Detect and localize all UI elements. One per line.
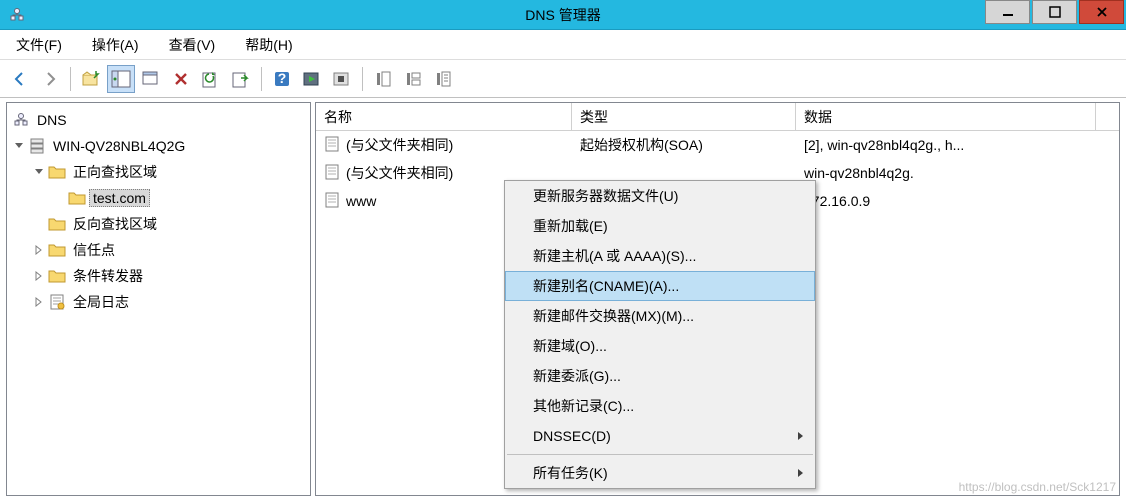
tree-label: 反向查找区域 [69, 213, 161, 235]
folder-icon [47, 267, 67, 285]
tree-label: DNS [33, 111, 71, 129]
context-item-label: 新建邮件交换器(MX)(M)... [533, 306, 694, 326]
col-type[interactable]: 类型 [572, 103, 796, 130]
tree-node-zone-test[interactable]: test.com [7, 185, 310, 211]
cell-type: 起始授权机构(SOA) [580, 135, 703, 155]
tree-node-global-logs[interactable]: 全局日志 [7, 289, 310, 315]
context-item[interactable]: DNSSEC(D) [505, 421, 815, 451]
minimize-button[interactable] [985, 0, 1030, 24]
menu-help[interactable]: 帮助(H) [239, 33, 298, 57]
context-separator [507, 454, 813, 455]
tree-label: test.com [89, 189, 150, 207]
context-item-label: 更新服务器数据文件(U) [533, 186, 678, 206]
expander-icon[interactable] [31, 164, 47, 180]
menu-file[interactable]: 文件(F) [10, 33, 68, 57]
col-name[interactable]: 名称 [316, 103, 572, 130]
tree-label: 正向查找区域 [69, 161, 161, 183]
tree-label: 信任点 [69, 239, 119, 261]
cell-name: www [346, 193, 376, 209]
toolbar-separator [261, 67, 262, 91]
cell-name: (与父文件夹相同) [346, 135, 453, 155]
cell-name: (与父文件夹相同) [346, 163, 453, 183]
context-item[interactable]: 新建主机(A 或 AAAA)(S)... [505, 241, 815, 271]
action2-button[interactable] [399, 65, 427, 93]
context-item[interactable]: 其他新记录(C)... [505, 391, 815, 421]
help-button[interactable]: ? [268, 65, 296, 93]
tree-label: 条件转发器 [69, 265, 147, 287]
new-window-button[interactable] [137, 65, 165, 93]
toolbar-separator [362, 67, 363, 91]
expander-icon[interactable] [11, 138, 27, 154]
stop-button[interactable] [328, 65, 356, 93]
menu-view[interactable]: 查看(V) [163, 33, 222, 57]
context-item[interactable]: 新建邮件交换器(MX)(M)... [505, 301, 815, 331]
context-menu[interactable]: 更新服务器数据文件(U) 重新加载(E) 新建主机(A 或 AAAA)(S)... 新… [504, 180, 816, 489]
window-titlebar: DNS 管理器 [0, 0, 1126, 30]
cell-data: [2], win-qv28nbl4q2g., h... [804, 137, 964, 153]
context-item[interactable]: 新建别名(CNAME)(A)... [505, 271, 815, 301]
list-header: 名称 类型 数据 [316, 103, 1119, 131]
tree-node-dns-root[interactable]: DNS [7, 107, 310, 133]
expander-icon[interactable] [31, 268, 47, 284]
expander-icon[interactable] [31, 294, 47, 310]
server-icon [27, 137, 47, 155]
tree-label: WIN-QV28NBL4Q2G [49, 137, 189, 155]
folder-icon [47, 215, 67, 233]
close-button[interactable] [1079, 0, 1124, 24]
show-hide-tree-button[interactable] [107, 65, 135, 93]
maximize-button[interactable] [1032, 0, 1077, 24]
folder-icon [67, 189, 87, 207]
action3-button[interactable] [429, 65, 457, 93]
submenu-arrow-icon [797, 465, 805, 481]
tree-label: 全局日志 [69, 291, 133, 313]
run-button[interactable] [298, 65, 326, 93]
menubar: 文件(F) 操作(A) 查看(V) 帮助(H) [0, 30, 1126, 60]
cell-data: win-qv28nbl4q2g. [804, 165, 914, 181]
context-item[interactable]: 所有任务(K) [505, 458, 815, 488]
context-item-label: 新建委派(G)... [533, 366, 621, 386]
expander-icon[interactable] [31, 242, 47, 258]
export-button[interactable] [227, 65, 255, 93]
nav-forward-button[interactable] [36, 65, 64, 93]
context-item[interactable]: 新建委派(G)... [505, 361, 815, 391]
window-title: DNS 管理器 [525, 5, 600, 25]
log-icon [47, 293, 67, 311]
context-item[interactable]: 新建域(O)... [505, 331, 815, 361]
folder-icon [47, 241, 67, 259]
submenu-arrow-icon [797, 428, 805, 444]
record-icon [324, 136, 342, 155]
tree-panel[interactable]: DNS WIN-QV28NBL4Q2G 正向查找区域 test.com [6, 102, 311, 496]
toolbar: ? [0, 60, 1126, 98]
menu-action[interactable]: 操作(A) [86, 33, 145, 57]
window-controls [985, 0, 1126, 28]
col-data[interactable]: 数据 [796, 103, 1096, 130]
context-item-label: 其他新记录(C)... [533, 396, 634, 416]
folder-icon [47, 163, 67, 181]
record-icon [324, 192, 342, 211]
tree-node-server[interactable]: WIN-QV28NBL4Q2G [7, 133, 310, 159]
context-item-label: 所有任务(K) [533, 463, 608, 483]
tree-node-trust-points[interactable]: 信任点 [7, 237, 310, 263]
context-item-label: 新建域(O)... [533, 336, 607, 356]
list-row[interactable]: (与父文件夹相同) 起始授权机构(SOA) [2], win-qv28nbl4q2g… [316, 131, 1119, 159]
context-item-label: DNSSEC(D) [533, 428, 611, 444]
delete-button[interactable] [167, 65, 195, 93]
refresh-button[interactable] [197, 65, 225, 93]
context-item[interactable]: 更新服务器数据文件(U) [505, 181, 815, 211]
context-item-label: 新建别名(CNAME)(A)... [533, 276, 679, 296]
record-icon [324, 164, 342, 183]
action1-button[interactable] [369, 65, 397, 93]
nav-back-button[interactable] [6, 65, 34, 93]
dns-icon [11, 111, 31, 129]
svg-text:?: ? [278, 70, 287, 86]
context-item[interactable]: 重新加载(E) [505, 211, 815, 241]
tree-node-reverse-zones[interactable]: 反向查找区域 [7, 211, 310, 237]
tree-node-forward-zones[interactable]: 正向查找区域 [7, 159, 310, 185]
context-item-label: 新建主机(A 或 AAAA)(S)... [533, 246, 696, 266]
up-button[interactable] [77, 65, 105, 93]
toolbar-separator [70, 67, 71, 91]
tree-node-conditional-forwarders[interactable]: 条件转发器 [7, 263, 310, 289]
app-icon [8, 6, 26, 24]
context-item-label: 重新加载(E) [533, 216, 608, 236]
